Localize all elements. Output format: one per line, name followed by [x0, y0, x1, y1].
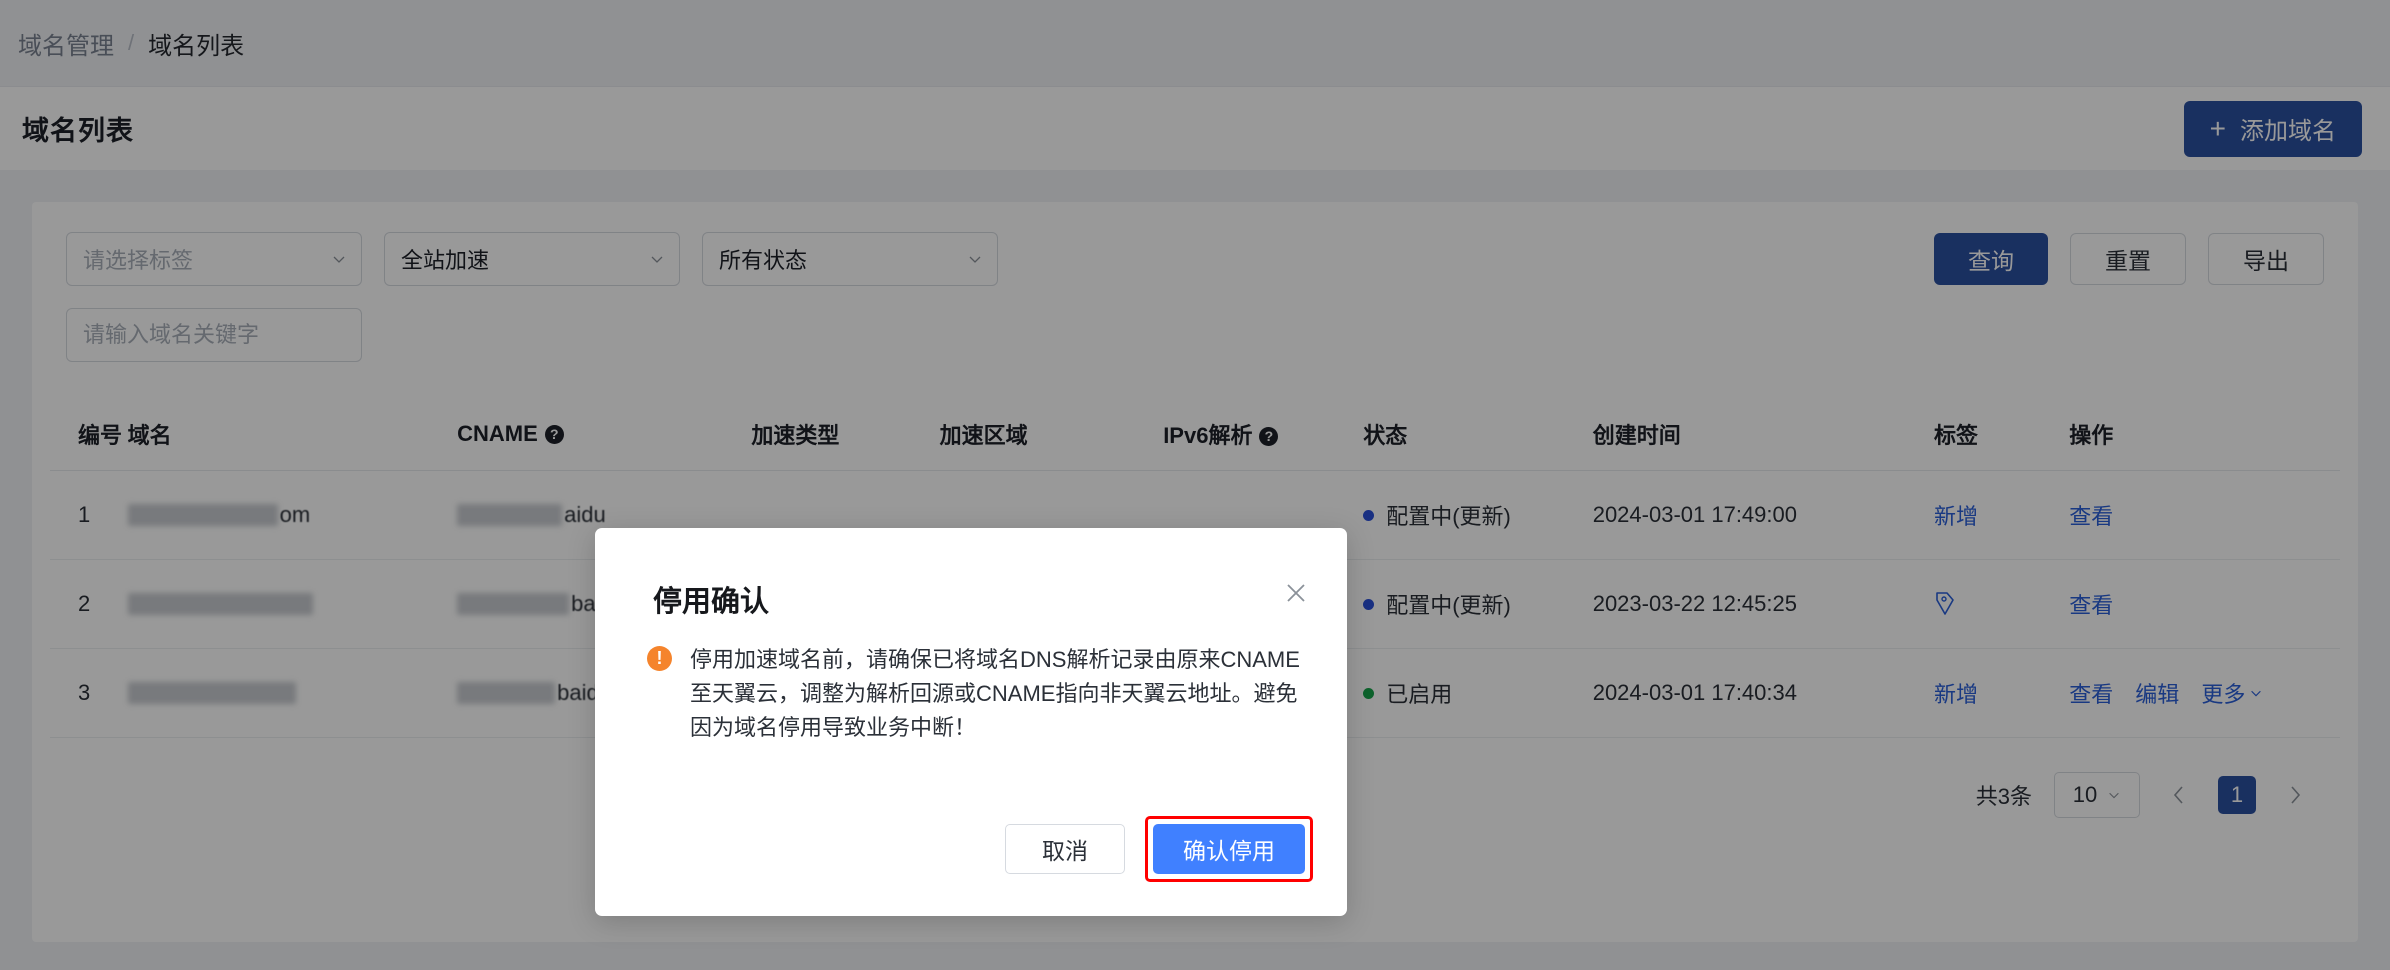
dialog-footer: 取消 确认停用 — [1005, 816, 1313, 882]
dialog-message: 停用加速域名前，请确保已将域名DNS解析记录由原来CNAME至天翼云，调整为解析… — [690, 647, 1300, 740]
cancel-button[interactable]: 取消 — [1005, 824, 1125, 874]
dialog-title: 停用确认 — [653, 586, 770, 618]
page-root: 域名管理 / 域名列表 域名列表 + 添加域名 请选择标签 全站加速 所有状态 … — [0, 0, 2390, 970]
disable-confirm-dialog: 停用确认 ! 停用加速域名前，请确保已将域名DNS解析记录由原来CNAME至天翼… — [595, 528, 1347, 916]
close-icon[interactable] — [1283, 580, 1309, 606]
confirm-highlight-box: 确认停用 — [1145, 816, 1313, 882]
warning-icon: ! — [647, 646, 672, 671]
confirm-disable-button[interactable]: 确认停用 — [1153, 824, 1305, 874]
dialog-body: ! 停用加速域名前，请确保已将域名DNS解析记录由原来CNAME至天翼云，调整为… — [647, 643, 1303, 745]
